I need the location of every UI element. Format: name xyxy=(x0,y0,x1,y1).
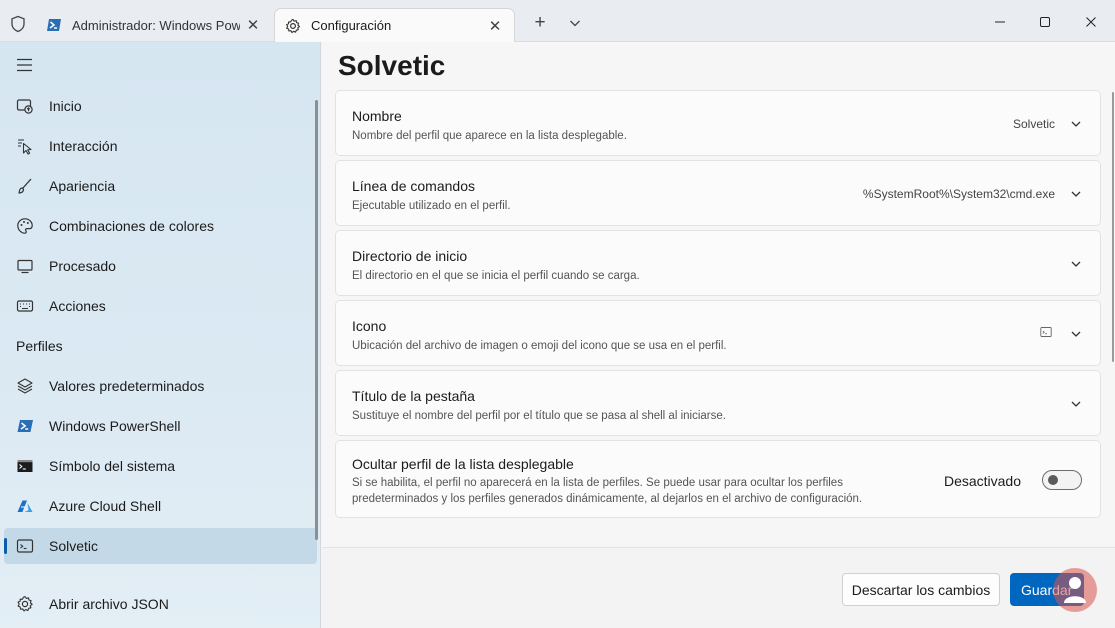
selection-indicator xyxy=(4,538,7,554)
open-json-button[interactable]: Abrir archivo JSON xyxy=(4,586,317,622)
tab-configuracion[interactable]: Configuración ✕ xyxy=(274,8,515,42)
setting-icono[interactable]: Icono Ubicación del archivo de imagen o … xyxy=(335,300,1101,366)
sidebar-item-solvetic[interactable]: Solvetic xyxy=(4,528,317,564)
gear-icon xyxy=(286,18,301,33)
close-tab-button[interactable]: ✕ xyxy=(240,16,266,34)
sidebar-item-label: Inicio xyxy=(49,98,82,114)
chevron-down-icon[interactable] xyxy=(1069,187,1083,201)
sidebar: Inicio Interacción Apariencia Combinacio… xyxy=(0,42,321,628)
setting-description: Sustituye el nombre del perfil por el tí… xyxy=(352,410,726,422)
sidebar-item-windows-powershell[interactable]: Windows PowerShell xyxy=(4,408,317,444)
setting-description: Nombre del perfil que aparece en la list… xyxy=(352,130,627,142)
hide-profile-toggle[interactable] xyxy=(1042,470,1082,490)
page-title: Solvetic xyxy=(338,50,446,81)
sidebar-item-combinaciones-colores[interactable]: Combinaciones de colores xyxy=(4,208,317,244)
setting-titulo-pestana[interactable]: Título de la pestaña Sustituye el nombre… xyxy=(335,370,1101,436)
keyboard-icon xyxy=(16,300,34,312)
monitor-icon xyxy=(17,259,33,274)
minimize-button[interactable] xyxy=(988,10,1012,34)
sidebar-item-procesado[interactable]: Procesado xyxy=(4,248,317,284)
sidebar-item-label: Abrir archivo JSON xyxy=(49,596,169,612)
setting-title: Directorio de inicio xyxy=(352,248,468,264)
sidebar-item-label: Acciones xyxy=(49,298,106,314)
powershell-icon xyxy=(47,19,61,31)
main-scrollbar[interactable] xyxy=(1112,92,1114,362)
sidebar-item-label: Procesado xyxy=(49,258,116,274)
setting-title: Nombre xyxy=(352,108,402,124)
setting-description: Ejecutable utilizado en el perfil. xyxy=(352,200,511,212)
setting-title: Título de la pestaña xyxy=(352,388,475,404)
setting-linea-comandos[interactable]: Línea de comandos Ejecutable utilizado e… xyxy=(335,160,1101,226)
tab-title: Administrador: Windows Powe xyxy=(72,17,240,33)
settings-panel: Solvetic Nombre Nombre del perfil que ap… xyxy=(322,42,1115,628)
powershell-icon xyxy=(17,420,33,432)
sidebar-item-azure-cloud-shell[interactable]: Azure Cloud Shell xyxy=(4,488,317,524)
sidebar-item-label: Símbolo del sistema xyxy=(49,458,176,474)
close-window-button[interactable] xyxy=(1079,10,1103,34)
sidebar-item-valores-predeterminados[interactable]: Valores predeterminados xyxy=(4,368,317,404)
sidebar-item-label: Combinaciones de colores xyxy=(49,218,214,234)
toggle-knob xyxy=(1048,475,1058,485)
gear-icon xyxy=(17,596,33,612)
sidebar-item-label: Valores predeterminados xyxy=(49,378,205,394)
sidebar-item-acciones[interactable]: Acciones xyxy=(4,288,317,324)
sidebar-item-label: Azure Cloud Shell xyxy=(49,498,162,514)
setting-ocultar-perfil: Ocultar perfil de la lista desplegable S… xyxy=(335,440,1101,518)
shield-icon xyxy=(11,15,25,33)
pointer-icon xyxy=(18,139,32,155)
toggle-state-label: Desactivado xyxy=(943,473,1021,489)
footer-bar: Descartar los cambios Guardar xyxy=(322,547,1115,628)
new-tab-button[interactable]: + xyxy=(529,12,551,34)
tab-powershell[interactable]: Administrador: Windows Powe ✕ xyxy=(36,8,272,42)
layers-icon xyxy=(17,378,33,394)
startup-icon xyxy=(16,99,33,114)
setting-directorio-inicio[interactable]: Directorio de inicio El directorio en el… xyxy=(335,230,1101,296)
setting-description: Ubicación del archivo de imagen o emoji … xyxy=(352,340,727,352)
sidebar-scrollbar[interactable] xyxy=(315,100,318,540)
setting-description: El directorio en el que se inicia el per… xyxy=(352,270,640,282)
terminal-icon xyxy=(16,539,34,553)
sidebar-item-apariencia[interactable]: Apariencia xyxy=(4,168,317,204)
discard-changes-button[interactable]: Descartar los cambios xyxy=(842,573,1000,606)
chevron-down-icon[interactable] xyxy=(1069,117,1083,131)
azure-icon xyxy=(17,500,33,512)
setting-title: Línea de comandos xyxy=(352,178,475,194)
close-tab-button[interactable]: ✕ xyxy=(482,17,508,35)
sidebar-item-simbolo-sistema[interactable]: Símbolo del sistema xyxy=(4,448,317,484)
setting-value: Solvetic xyxy=(1012,117,1055,131)
setting-nombre[interactable]: Nombre Nombre del perfil que aparece en … xyxy=(335,90,1101,156)
sidebar-item-label: Apariencia xyxy=(49,178,116,194)
tab-title: Configuración xyxy=(311,18,392,33)
brush-icon xyxy=(18,178,32,194)
setting-value: %SystemRoot%\System32\cmd.exe xyxy=(862,187,1055,201)
title-bar: Administrador: Windows Powe ✕ Configurac… xyxy=(0,0,1115,42)
hamburger-menu-icon[interactable] xyxy=(16,57,36,73)
terminal-icon xyxy=(1040,327,1052,337)
watermark-logo xyxy=(1053,568,1097,612)
setting-title: Icono xyxy=(352,318,387,334)
sidebar-item-label: Windows PowerShell xyxy=(49,418,181,434)
chevron-down-icon[interactable] xyxy=(1069,327,1083,341)
cmd-icon xyxy=(17,460,33,472)
chevron-down-icon[interactable] xyxy=(1069,397,1083,411)
sidebar-item-label: Solvetic xyxy=(49,538,99,554)
sidebar-item-label: Interacción xyxy=(49,138,118,154)
chevron-down-icon[interactable] xyxy=(566,14,584,32)
chevron-down-icon[interactable] xyxy=(1069,257,1083,271)
setting-title: Ocultar perfil de la lista desplegable xyxy=(352,456,574,472)
sidebar-item-interaccion[interactable]: Interacción xyxy=(4,128,317,164)
palette-icon xyxy=(17,218,33,234)
sidebar-item-inicio[interactable]: Inicio xyxy=(4,88,317,124)
maximize-button[interactable] xyxy=(1033,10,1057,34)
profiles-header: Perfiles xyxy=(16,338,63,354)
setting-description: Si se habilita, el perfil no aparecerá e… xyxy=(352,477,863,505)
